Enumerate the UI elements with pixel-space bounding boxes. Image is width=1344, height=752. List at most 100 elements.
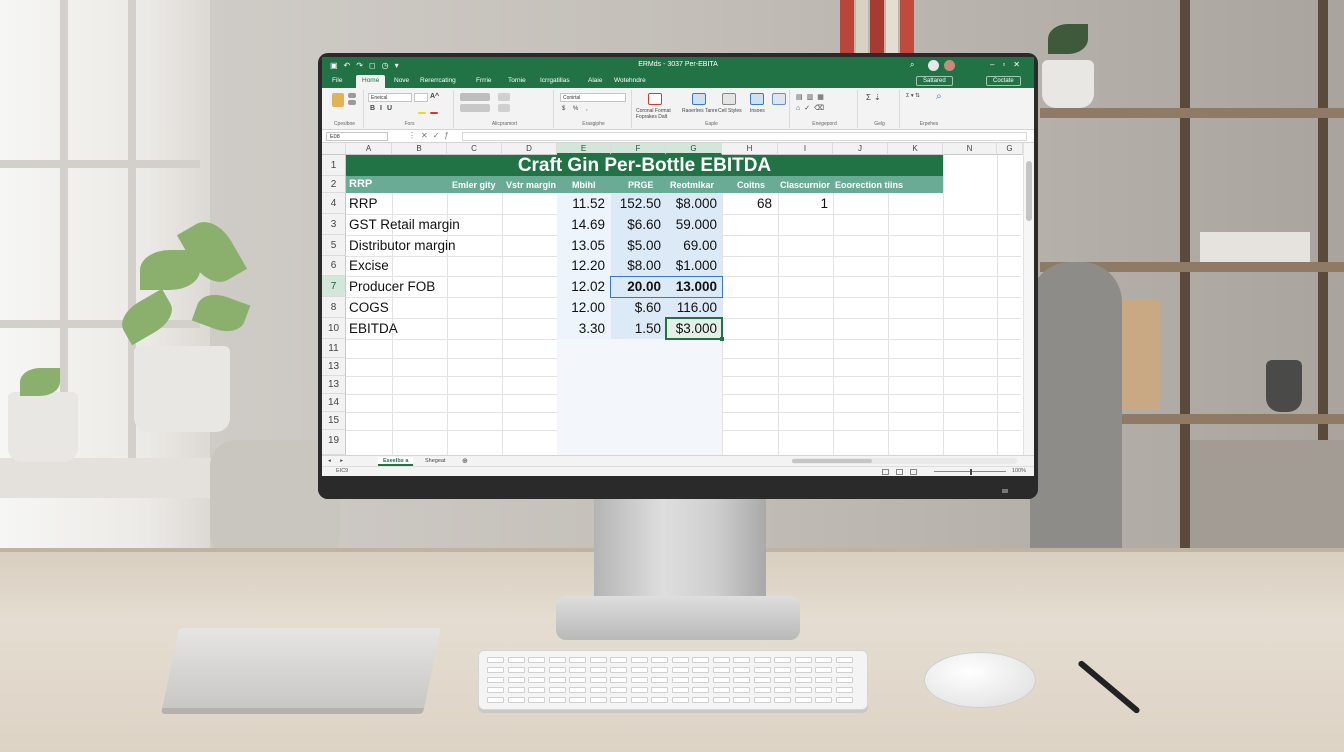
avatar[interactable] bbox=[928, 60, 939, 71]
header-cell[interactable]: Emler gity bbox=[452, 180, 496, 190]
value-cell[interactable]: $6.60 bbox=[611, 217, 661, 232]
row-header[interactable]: 10 bbox=[322, 318, 346, 339]
header-cell[interactable]: Mbihl bbox=[572, 180, 596, 190]
column-header[interactable]: A bbox=[346, 143, 392, 155]
row-header[interactable]: 19 bbox=[322, 430, 346, 455]
tab-review[interactable]: Icrrgatillas bbox=[540, 77, 570, 84]
value-cell[interactable]: $8.00 bbox=[611, 258, 661, 273]
style-label[interactable]: Raoerlres Tanre bbox=[682, 108, 717, 114]
value-cell[interactable]: $3.000 bbox=[666, 321, 717, 336]
header-cell[interactable]: Clascurnior bbox=[780, 180, 830, 190]
header-cell[interactable]: Reotmlkar bbox=[670, 180, 714, 190]
zoom-slider-knob[interactable] bbox=[970, 469, 972, 475]
scroll-thumb[interactable] bbox=[792, 459, 872, 463]
header-cell[interactable]: PRGE bbox=[628, 180, 654, 190]
insert-cells-icon[interactable] bbox=[750, 93, 764, 105]
tab-file[interactable]: File bbox=[332, 77, 342, 84]
value-cell[interactable]: 69.00 bbox=[666, 238, 717, 253]
sheet-nav-arrows[interactable]: ◂ ▸ bbox=[328, 458, 347, 464]
column-header[interactable]: I bbox=[778, 143, 833, 155]
cells-icons[interactable]: ▤▥▦ bbox=[796, 93, 828, 101]
value-cell[interactable]: 12.02 bbox=[557, 279, 605, 294]
value-cell[interactable]: 1 bbox=[778, 196, 828, 211]
value-cell[interactable]: 14.69 bbox=[557, 217, 605, 232]
sheet-tab[interactable]: Eseelbs a bbox=[378, 457, 414, 466]
value-cell[interactable]: 13.05 bbox=[557, 238, 605, 253]
wrap-text-icon[interactable] bbox=[498, 93, 510, 101]
value-cell[interactable]: $8.000 bbox=[666, 196, 717, 211]
tab-insert[interactable]: Nove bbox=[394, 77, 409, 84]
value-cell[interactable]: 11.52 bbox=[557, 196, 605, 211]
row-header[interactable]: 2 bbox=[322, 176, 346, 193]
row-label-cell[interactable]: Excise bbox=[349, 258, 389, 273]
paste-icon[interactable] bbox=[332, 93, 344, 107]
sort-filter-label[interactable]: Σ ▾ ⇅ bbox=[906, 93, 920, 99]
row-header[interactable]: 3 bbox=[322, 214, 346, 235]
row-header[interactable]: 1 bbox=[322, 155, 346, 176]
tab-home[interactable]: Home bbox=[356, 75, 386, 88]
avatar[interactable] bbox=[944, 60, 955, 71]
value-cell[interactable]: 13.000 bbox=[666, 279, 717, 294]
row-header[interactable]: 8 bbox=[322, 297, 346, 318]
conditional-format-icon[interactable] bbox=[648, 93, 662, 105]
row-label-cell[interactable]: Producer FOB bbox=[349, 279, 435, 294]
value-cell[interactable]: 68 bbox=[722, 196, 772, 211]
value-cell[interactable]: 59.000 bbox=[666, 217, 717, 232]
row-header[interactable]: 5 bbox=[322, 235, 346, 256]
font-size-select[interactable] bbox=[414, 93, 428, 102]
column-header[interactable]: B bbox=[392, 143, 447, 155]
find-icon[interactable]: ⌕ bbox=[936, 91, 942, 102]
style-label[interactable]: Cell Styles bbox=[718, 108, 742, 114]
column-header[interactable]: C bbox=[447, 143, 502, 155]
tab-formulas[interactable]: Frrrie bbox=[476, 77, 492, 84]
style-label[interactable]: Insoes bbox=[750, 108, 765, 114]
fill-handle[interactable] bbox=[720, 337, 724, 341]
page-layout-icon[interactable] bbox=[896, 469, 903, 475]
currency-percent-icons[interactable]: $ % , bbox=[562, 106, 591, 112]
value-cell[interactable]: 1.50 bbox=[611, 321, 661, 336]
value-cell[interactable]: $5.00 bbox=[611, 238, 661, 253]
tab-view[interactable]: Alaie bbox=[588, 77, 602, 84]
row-header[interactable]: 13 bbox=[322, 376, 346, 394]
value-cell[interactable]: 3.30 bbox=[557, 321, 605, 336]
column-header[interactable]: D bbox=[502, 143, 557, 155]
vertical-scrollbar[interactable] bbox=[1023, 143, 1034, 455]
sheet-tab[interactable]: Shegeat bbox=[420, 457, 451, 466]
row-label-cell[interactable]: EBITDA bbox=[349, 321, 398, 336]
column-header[interactable]: G bbox=[666, 143, 722, 155]
column-header[interactable]: K bbox=[888, 143, 943, 155]
cut-icon[interactable] bbox=[348, 93, 356, 98]
style-label[interactable]: Foprakes Dalt bbox=[636, 114, 667, 120]
align-icons[interactable] bbox=[460, 93, 490, 101]
header-cell[interactable]: Vstr margin bbox=[506, 180, 556, 190]
sheet-title[interactable]: Craft Gin Per-Bottle EBITDA bbox=[346, 155, 943, 176]
row-label-cell[interactable]: GST Retail margin bbox=[349, 217, 460, 232]
tab-data[interactable]: Tornie bbox=[508, 77, 526, 84]
column-header[interactable]: J bbox=[833, 143, 888, 155]
row-label-cell[interactable]: Distributor margin bbox=[349, 238, 456, 253]
delete-cells-icon[interactable] bbox=[772, 93, 786, 105]
row-header[interactable]: 13 bbox=[322, 358, 346, 376]
autosum-icon[interactable]: Σ⇣ bbox=[866, 93, 884, 102]
value-cell[interactable]: $1.000 bbox=[666, 258, 717, 273]
name-box[interactable]: E08 bbox=[326, 132, 388, 141]
grow-font-icon[interactable]: A^ bbox=[430, 93, 439, 100]
header-cell[interactable]: Eoorection tiins bbox=[835, 180, 903, 190]
tab-page-layout[interactable]: Rererrcating bbox=[420, 77, 456, 84]
scroll-thumb[interactable] bbox=[1026, 161, 1032, 221]
column-header[interactable]: F bbox=[611, 143, 666, 155]
zoom-level[interactable]: 100% bbox=[1012, 468, 1026, 474]
tab-help[interactable]: Wotehndre bbox=[614, 77, 646, 84]
justify-icons[interactable] bbox=[460, 104, 490, 112]
normal-view-icon[interactable] bbox=[882, 469, 889, 475]
row-label-cell[interactable]: RRP bbox=[349, 196, 378, 211]
select-all-corner[interactable] bbox=[322, 143, 346, 155]
row-header[interactable]: 6 bbox=[322, 256, 346, 276]
formula-icons[interactable]: ⋮✕✓ƒ bbox=[408, 131, 454, 140]
value-cell[interactable]: 20.00 bbox=[611, 279, 661, 294]
spreadsheet-grid[interactable]: A B C D E F G H I J K N G 1 2 4 3 5 6 7 … bbox=[322, 143, 1034, 455]
merge-icon[interactable] bbox=[498, 104, 510, 112]
header-cell[interactable]: Coitns bbox=[737, 180, 765, 190]
row-header[interactable]: 14 bbox=[322, 394, 346, 412]
window-controls[interactable]: –▫✕ bbox=[990, 60, 1028, 69]
